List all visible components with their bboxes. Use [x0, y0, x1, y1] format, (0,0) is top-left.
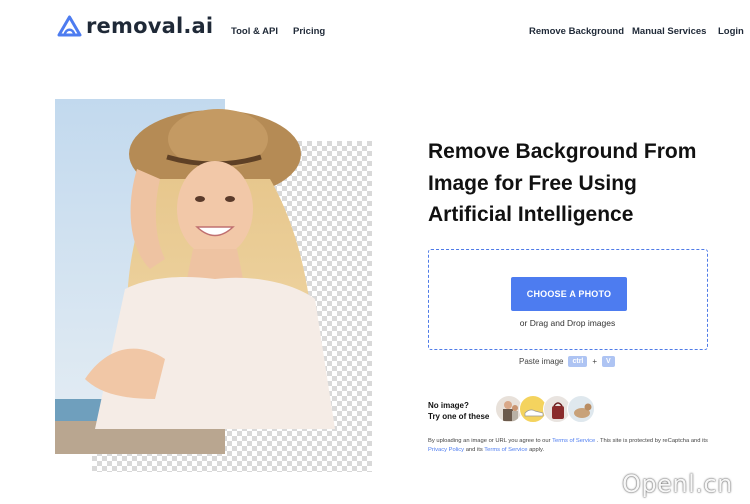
terms-of-service-link[interactable]: Terms of Service	[552, 438, 595, 444]
top-navigation: removal.ai Tool & API Pricing Remove Bac…	[0, 0, 750, 62]
terms-text-1: By uploading an image or URL you agree t…	[428, 438, 553, 444]
sample-images	[495, 395, 595, 423]
sample-prompt: No image? Try one of these	[428, 400, 489, 422]
nav-pricing[interactable]: Pricing	[293, 26, 325, 37]
terms-text-2: . This site is protected by reCaptcha an…	[595, 438, 708, 444]
logo[interactable]: removal.ai	[56, 14, 213, 38]
upload-dropzone[interactable]: CHOOSE A PHOTO or Drag and Drop images	[428, 249, 708, 350]
terms-of-service-link-2[interactable]: Terms of Service	[484, 447, 527, 453]
headline-line-3: Artificial Intelligence	[428, 203, 634, 226]
privacy-policy-link[interactable]: Privacy Policy	[428, 447, 464, 453]
paste-label: Paste image	[519, 357, 564, 366]
terms-text-4: apply.	[527, 447, 545, 453]
logo-text: removal.ai	[86, 14, 214, 38]
plus-sign: +	[592, 357, 598, 366]
hero-photo	[55, 99, 335, 454]
ctrl-key-badge: ctrl	[568, 356, 588, 367]
sample-prompt-line-2: Try one of these	[428, 412, 490, 421]
headline-line-2: Image for Free Using	[428, 171, 637, 195]
dog-icon	[574, 403, 592, 418]
v-key-badge: V	[602, 356, 615, 367]
drag-drop-hint: or Drag and Drop images	[519, 318, 616, 328]
nav-login[interactable]: Login	[718, 26, 744, 37]
page-title: Remove Background From Image for Free Us…	[428, 136, 728, 231]
terms-text-3: and its	[464, 447, 485, 453]
nav-remove-background[interactable]: Remove Background	[529, 26, 624, 37]
nav-manual-services[interactable]: Manual Services	[632, 26, 706, 37]
nav-tool-api[interactable]: Tool & API	[231, 26, 278, 37]
sample-dog-thumbnail[interactable]	[567, 395, 595, 423]
terms-notice: By uploading an image or URL you agree t…	[428, 437, 718, 455]
sample-prompt-line-1: No image?	[428, 401, 469, 410]
paste-hint: Paste image ctrl + V	[519, 356, 615, 367]
logo-icon	[57, 15, 82, 37]
watermark: Openl.cn	[622, 470, 733, 498]
headline-line-1: Remove Background From	[428, 140, 697, 163]
choose-photo-button[interactable]: CHOOSE A PHOTO	[511, 277, 627, 311]
